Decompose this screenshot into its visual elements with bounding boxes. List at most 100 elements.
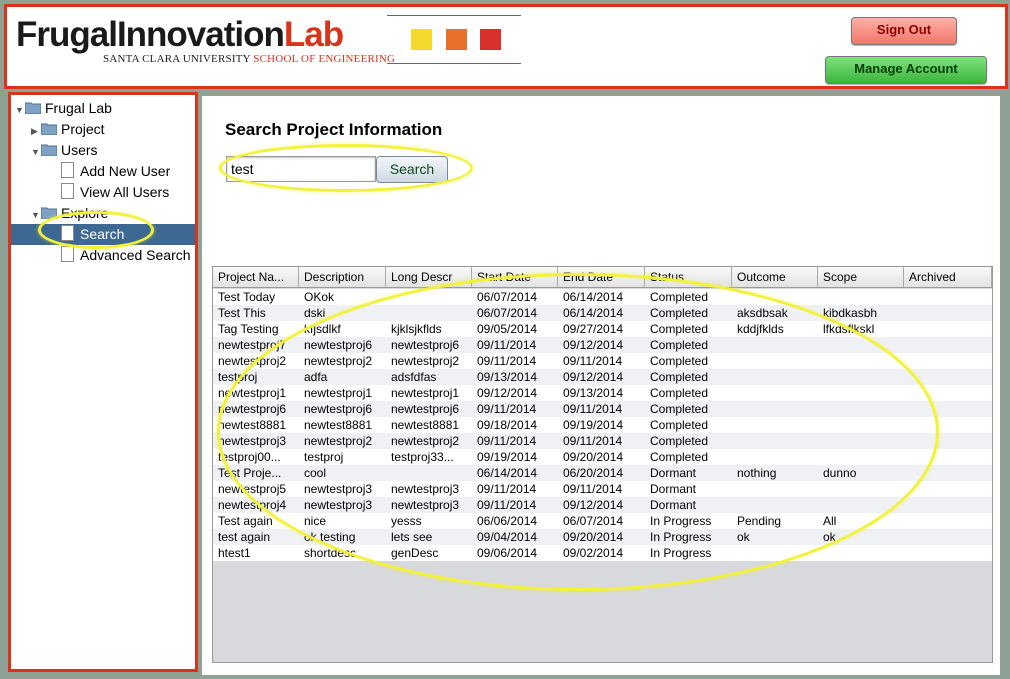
table-cell bbox=[818, 369, 904, 385]
table-cell: newtestproj2 bbox=[304, 354, 373, 368]
column-header[interactable]: Long Descr bbox=[386, 267, 472, 287]
manage-account-button[interactable]: Manage Account bbox=[825, 56, 987, 84]
results-table[interactable]: Project Na... Description Long Descr Start … bbox=[212, 266, 993, 663]
tree-item-project[interactable]: ▶ Project bbox=[31, 119, 105, 140]
orange-square-icon bbox=[446, 29, 467, 50]
table-cell bbox=[818, 497, 904, 513]
table-cell: Completed bbox=[650, 402, 709, 416]
column-header[interactable]: Project Na... bbox=[213, 267, 299, 287]
table-cell: In Progress bbox=[650, 514, 712, 528]
table-cell: ok bbox=[823, 530, 836, 544]
table-cell: newtestproj3 bbox=[218, 434, 287, 448]
table-cell bbox=[904, 545, 992, 561]
table-cell bbox=[818, 385, 904, 401]
table-row[interactable]: Test again nice yesss 06/06/2014 06/07/2014 I… bbox=[213, 513, 992, 529]
table-cell bbox=[386, 289, 472, 305]
tree-item-view-all-users[interactable]: View All Users bbox=[61, 182, 169, 203]
table-row[interactable]: newtestproj4 newtestproj3 newtestproj3 09/1… bbox=[213, 497, 992, 513]
table-row[interactable]: newtestproj5 newtestproj3 newtestproj3 09/1… bbox=[213, 481, 992, 497]
table-row[interactable]: testproj00... testproj testproj33... 09/19/… bbox=[213, 449, 992, 465]
table-cell: 09/27/2014 bbox=[563, 322, 624, 336]
tree-item-users[interactable]: ▼ Users bbox=[31, 140, 98, 161]
tree-label-project: Project bbox=[61, 121, 105, 137]
expand-arrow-icon[interactable]: ▼ bbox=[31, 142, 41, 163]
table-cell bbox=[732, 545, 818, 561]
search-button[interactable]: Search bbox=[376, 156, 448, 183]
tree-label-add-user: Add New User bbox=[80, 163, 171, 179]
table-cell: adfa bbox=[304, 370, 328, 384]
app-header: FrugalInnovationLab SANTA CLARA UNIVERSI… bbox=[4, 4, 1008, 89]
tree-item-explore[interactable]: ▼ Explore bbox=[31, 203, 108, 224]
table-cell bbox=[818, 481, 904, 497]
logo-text: FrugalInnovationLab bbox=[16, 15, 344, 54]
logo-part-1: FrugalInnovation bbox=[16, 15, 285, 54]
table-cell: 09/02/2014 bbox=[563, 546, 624, 560]
table-row[interactable]: testproj adfa adsfdfas 09/13/2014 09/12/2014… bbox=[213, 369, 992, 385]
table-cell bbox=[904, 433, 992, 449]
table-row[interactable]: Test This dski 06/07/2014 06/14/2014 Complet… bbox=[213, 305, 992, 321]
table-row[interactable]: Test Proje... cool 06/14/2014 06/20/2014 Dor… bbox=[213, 465, 992, 481]
tree-item-search[interactable]: Search bbox=[11, 224, 195, 245]
expand-arrow-icon[interactable]: ▼ bbox=[31, 205, 41, 226]
table-cell: 09/05/2014 bbox=[477, 322, 538, 336]
table-cell bbox=[386, 465, 472, 481]
table-row[interactable]: test again ok testing lets see 09/04/2014 09… bbox=[213, 529, 992, 545]
table-cell bbox=[904, 417, 992, 433]
folder-open-icon bbox=[41, 207, 57, 219]
table-cell: yesss bbox=[391, 514, 422, 528]
main-panel: Search Project Information Search Projec… bbox=[202, 96, 1000, 675]
sign-out-button[interactable]: Sign Out bbox=[851, 17, 957, 45]
column-header[interactable]: End Date bbox=[558, 267, 645, 287]
column-header[interactable]: Scope bbox=[818, 267, 904, 287]
table-cell: newtest8881 bbox=[391, 418, 460, 432]
table-cell bbox=[732, 401, 818, 417]
table-cell: newtestproj3 bbox=[304, 498, 373, 512]
table-row[interactable]: newtestproj6 newtestproj6 newtestproj6 09/1… bbox=[213, 401, 992, 417]
column-header[interactable]: Status bbox=[645, 267, 732, 287]
column-header[interactable]: Archived bbox=[904, 267, 992, 287]
table-cell: nice bbox=[304, 514, 327, 528]
table-cell: In Progress bbox=[650, 530, 712, 544]
tree-item-add-new-user[interactable]: Add New User bbox=[61, 161, 170, 182]
expand-arrow-icon[interactable]: ▼ bbox=[15, 100, 25, 121]
table-row[interactable]: newtest8881 newtest8881 newtest8881 09/18/2… bbox=[213, 417, 992, 433]
table-row[interactable]: htest1 shortdesc genDesc 09/06/2014 09/02/20… bbox=[213, 545, 992, 561]
table-row[interactable]: newtestproj3 newtestproj2 newtestproj2 09/1… bbox=[213, 433, 992, 449]
table-cell bbox=[818, 545, 904, 561]
table-cell: 09/19/2014 bbox=[477, 450, 538, 464]
table-row[interactable]: Test Today OKok 06/07/2014 06/14/2014 Comple… bbox=[213, 289, 992, 305]
column-header[interactable]: Start Date bbox=[472, 267, 558, 287]
table-cell: Pending bbox=[737, 514, 782, 528]
table-cell bbox=[732, 449, 818, 465]
document-icon bbox=[61, 246, 74, 262]
table-row[interactable]: newtestproj7 newtestproj6 newtestproj6 09/1… bbox=[213, 337, 992, 353]
table-row[interactable]: newtestproj2 newtestproj2 newtestproj2 09/1… bbox=[213, 353, 992, 369]
tree-label-root: Frugal Lab bbox=[45, 100, 112, 116]
table-cell: 09/11/2014 bbox=[477, 338, 537, 352]
table-cell: 09/11/2014 bbox=[563, 354, 623, 368]
table-cell: 09/12/2014 bbox=[563, 370, 624, 384]
table-cell: Completed bbox=[650, 370, 709, 384]
column-header[interactable]: Description bbox=[299, 267, 386, 287]
table-cell: 09/11/2014 bbox=[477, 354, 537, 368]
table-cell: Tag Testing bbox=[218, 322, 279, 336]
table-cell: Test Proje... bbox=[218, 466, 282, 480]
table-row[interactable]: newtestproj1 newtestproj1 newtestproj1 09/1… bbox=[213, 385, 992, 401]
table-cell: Completed bbox=[650, 322, 709, 336]
tree-item-frugal-lab[interactable]: ▼ Frugal Lab bbox=[15, 98, 112, 119]
table-cell: 09/20/2014 bbox=[563, 530, 624, 544]
table-cell: In Progress bbox=[650, 546, 712, 560]
tree-item-advanced-search[interactable]: Advanced Search bbox=[61, 245, 191, 266]
table-cell bbox=[904, 305, 992, 321]
table-cell: Dormant bbox=[650, 482, 697, 496]
table-cell bbox=[732, 337, 818, 353]
table-cell: newtestproj2 bbox=[391, 354, 460, 368]
collapse-arrow-icon[interactable]: ▶ bbox=[31, 121, 41, 142]
column-header[interactable]: Outcome bbox=[732, 267, 818, 287]
table-cell: 06/07/2014 bbox=[477, 290, 538, 304]
search-input[interactable] bbox=[226, 156, 376, 182]
table-cell bbox=[904, 385, 992, 401]
table-cell: ok bbox=[737, 530, 750, 544]
table-cell bbox=[904, 449, 992, 465]
table-row[interactable]: Tag Testing kfjsdlkf kjklsjkflds 09/05/2014… bbox=[213, 321, 992, 337]
